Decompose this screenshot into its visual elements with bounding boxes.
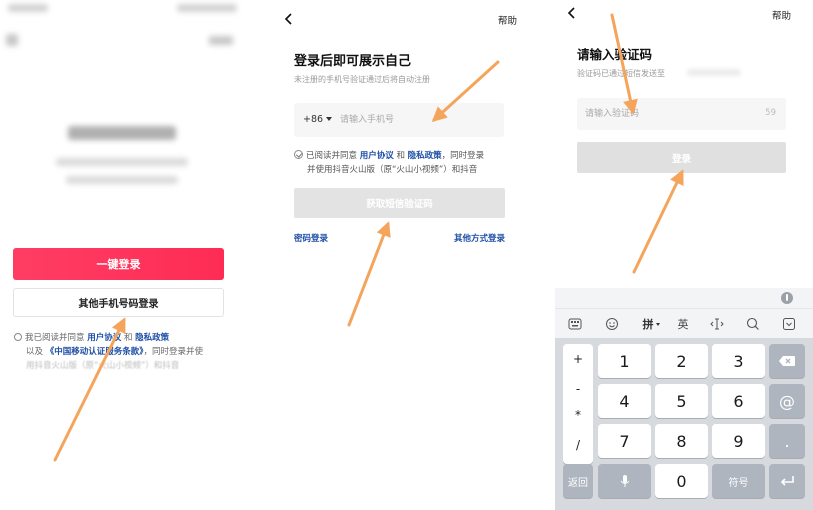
key-0[interactable]: 0 xyxy=(655,464,708,498)
return-key[interactable]: 返回 xyxy=(563,464,593,498)
back-arrow-icon[interactable] xyxy=(565,6,579,20)
collapse-keyboard-icon[interactable] xyxy=(779,315,799,333)
symbol-multiply[interactable]: * xyxy=(563,408,593,422)
enter-icon xyxy=(780,476,794,486)
agreement-text: 已阅读并同意 用户协议 和 隐私政策，同时登录 并使用抖音火山版（原“火山小视频… xyxy=(294,149,509,177)
key-1[interactable]: 1 xyxy=(598,344,651,378)
agreement-line-2: 并使用抖音火山版（原“火山小视频”）和抖音 xyxy=(307,165,478,175)
emoji-icon[interactable] xyxy=(602,315,622,333)
phone-input[interactable] xyxy=(340,111,490,129)
verification-code-input[interactable] xyxy=(585,105,745,123)
login-panel-one-key: 一键登录 其他手机号码登录 我已阅读并同意 用户协议 和 隐私政策 以及 《中国… xyxy=(0,0,245,510)
agreement-line-1: 我已阅读并同意 用户协议 和 隐私政策 xyxy=(14,331,242,345)
password-login-link[interactable]: 密码登录 xyxy=(294,232,328,244)
help-link[interactable]: 帮助 xyxy=(498,13,517,27)
back-arrow-icon[interactable] xyxy=(282,12,296,26)
key-7[interactable]: 7 xyxy=(598,424,651,458)
cmcc-terms-link[interactable]: 《中国移动认证服务条款》 xyxy=(46,347,144,357)
microphone-icon xyxy=(620,475,629,487)
close-icon[interactable] xyxy=(6,34,18,46)
backspace-icon xyxy=(779,356,795,366)
login-panel-verify-code: 帮助 请输入验证码 验证码已通过短信发送至 59 登录 拼 英 xyxy=(555,0,813,510)
other-phone-login-button[interactable]: 其他手机号码登录 xyxy=(13,288,224,317)
key-6[interactable]: 6 xyxy=(712,384,765,418)
agreement-line-1: 已阅读并同意 用户协议 和 隐私政策，同时登录 xyxy=(294,149,509,163)
keyboard-top-bar xyxy=(555,288,813,308)
country-code-label: +86 xyxy=(303,114,324,125)
symbol-column[interactable]: + - * / xyxy=(563,344,593,464)
chevron-down-icon xyxy=(326,117,333,121)
key-4[interactable]: 4 xyxy=(598,384,651,418)
get-sms-code-button[interactable]: 获取短信验证码 xyxy=(294,188,505,218)
agreement-prefix: 我已阅读并同意 xyxy=(25,333,85,343)
symbol-minus[interactable]: - xyxy=(563,382,593,396)
agreement-line2-prefix: 以及 xyxy=(26,347,44,357)
delete-key[interactable] xyxy=(769,344,805,378)
chevron-down-icon xyxy=(655,322,660,326)
symbol-plus[interactable]: + xyxy=(563,352,593,366)
masked-phone-number xyxy=(68,126,176,140)
search-icon[interactable] xyxy=(743,315,763,333)
numeric-keyboard: 拼 英 + - * / 1 2 3 4 5 6 @ 7 8 9 . 返回 0 符… xyxy=(555,288,813,510)
agreement-suffix: ，同时登录 xyxy=(441,151,485,161)
resend-countdown: 59 xyxy=(765,108,776,118)
agreement-and: 和 xyxy=(123,333,133,343)
carrier-info-secondary xyxy=(66,176,178,184)
pinyin-toggle[interactable]: 拼 xyxy=(639,315,663,333)
help-link-blurred[interactable] xyxy=(209,36,233,45)
page-title: 请输入验证码 xyxy=(577,47,653,62)
carrier-info xyxy=(56,158,188,166)
english-toggle[interactable]: 英 xyxy=(673,315,693,333)
text-cursor-icon[interactable] xyxy=(707,315,727,333)
one-key-login-button[interactable]: 一键登录 xyxy=(13,248,224,280)
agreement-prefix: 已阅读并同意 xyxy=(306,151,358,161)
symbol-key[interactable]: 符号 xyxy=(712,464,765,498)
login-button[interactable]: 登录 xyxy=(577,142,786,173)
privacy-policy-link[interactable]: 隐私政策 xyxy=(408,151,442,161)
privacy-policy-link[interactable]: 隐私政策 xyxy=(135,333,169,343)
dot-key[interactable]: . xyxy=(769,424,805,458)
country-code-selector[interactable]: +86 xyxy=(303,114,333,125)
masked-phone-number xyxy=(687,69,741,76)
page-title: 登录后即可展示自己 xyxy=(294,54,412,69)
key-2[interactable]: 2 xyxy=(655,344,708,378)
agreement-line2-suffix: ，同时登录并使 xyxy=(143,347,203,357)
status-bar xyxy=(8,4,237,16)
page-subtitle: 未注册的手机号验证通过后将自动注册 xyxy=(294,75,430,84)
code-input-box: 59 xyxy=(577,98,786,130)
login-panel-phone: 帮助 登录后即可展示自己 未注册的手机号验证通过后将自动注册 +86 已阅读并同… xyxy=(272,0,522,510)
key-8[interactable]: 8 xyxy=(655,424,708,458)
key-9[interactable]: 9 xyxy=(712,424,765,458)
other-login-methods-link[interactable]: 其他方式登录 xyxy=(454,232,505,244)
keyboard-layout-icon[interactable] xyxy=(565,315,585,333)
agreement-checkbox[interactable] xyxy=(294,150,303,159)
keyboard-privacy-icon[interactable] xyxy=(781,292,793,304)
agreement-and: 和 xyxy=(396,151,405,161)
pinyin-label: 拼 xyxy=(642,318,654,331)
symbol-divide[interactable]: / xyxy=(563,438,593,452)
keyboard-toolbar: 拼 英 xyxy=(555,308,813,338)
key-5[interactable]: 5 xyxy=(655,384,708,418)
agreement-text: 我已阅读并同意 用户协议 和 隐私政策 以及 《中国移动认证服务条款》，同时登录… xyxy=(14,331,242,373)
phone-input-box: +86 xyxy=(294,103,504,137)
user-agreement-link[interactable]: 用户协议 xyxy=(360,151,394,161)
user-agreement-link[interactable]: 用户协议 xyxy=(87,333,121,343)
at-key[interactable]: @ xyxy=(769,384,805,418)
help-link[interactable]: 帮助 xyxy=(772,8,791,22)
agreement-radio[interactable] xyxy=(14,333,22,341)
key-3[interactable]: 3 xyxy=(712,344,765,378)
agreement-line-2: 以及 《中国移动认证服务条款》，同时登录并使 xyxy=(14,345,242,359)
agreement-line-3: 用抖音火山版（原“火山小视频”）和抖音 xyxy=(26,361,180,371)
enter-key[interactable] xyxy=(769,464,805,498)
voice-input-key[interactable] xyxy=(598,464,651,498)
page-subtitle: 验证码已通过短信发送至 xyxy=(577,69,665,78)
